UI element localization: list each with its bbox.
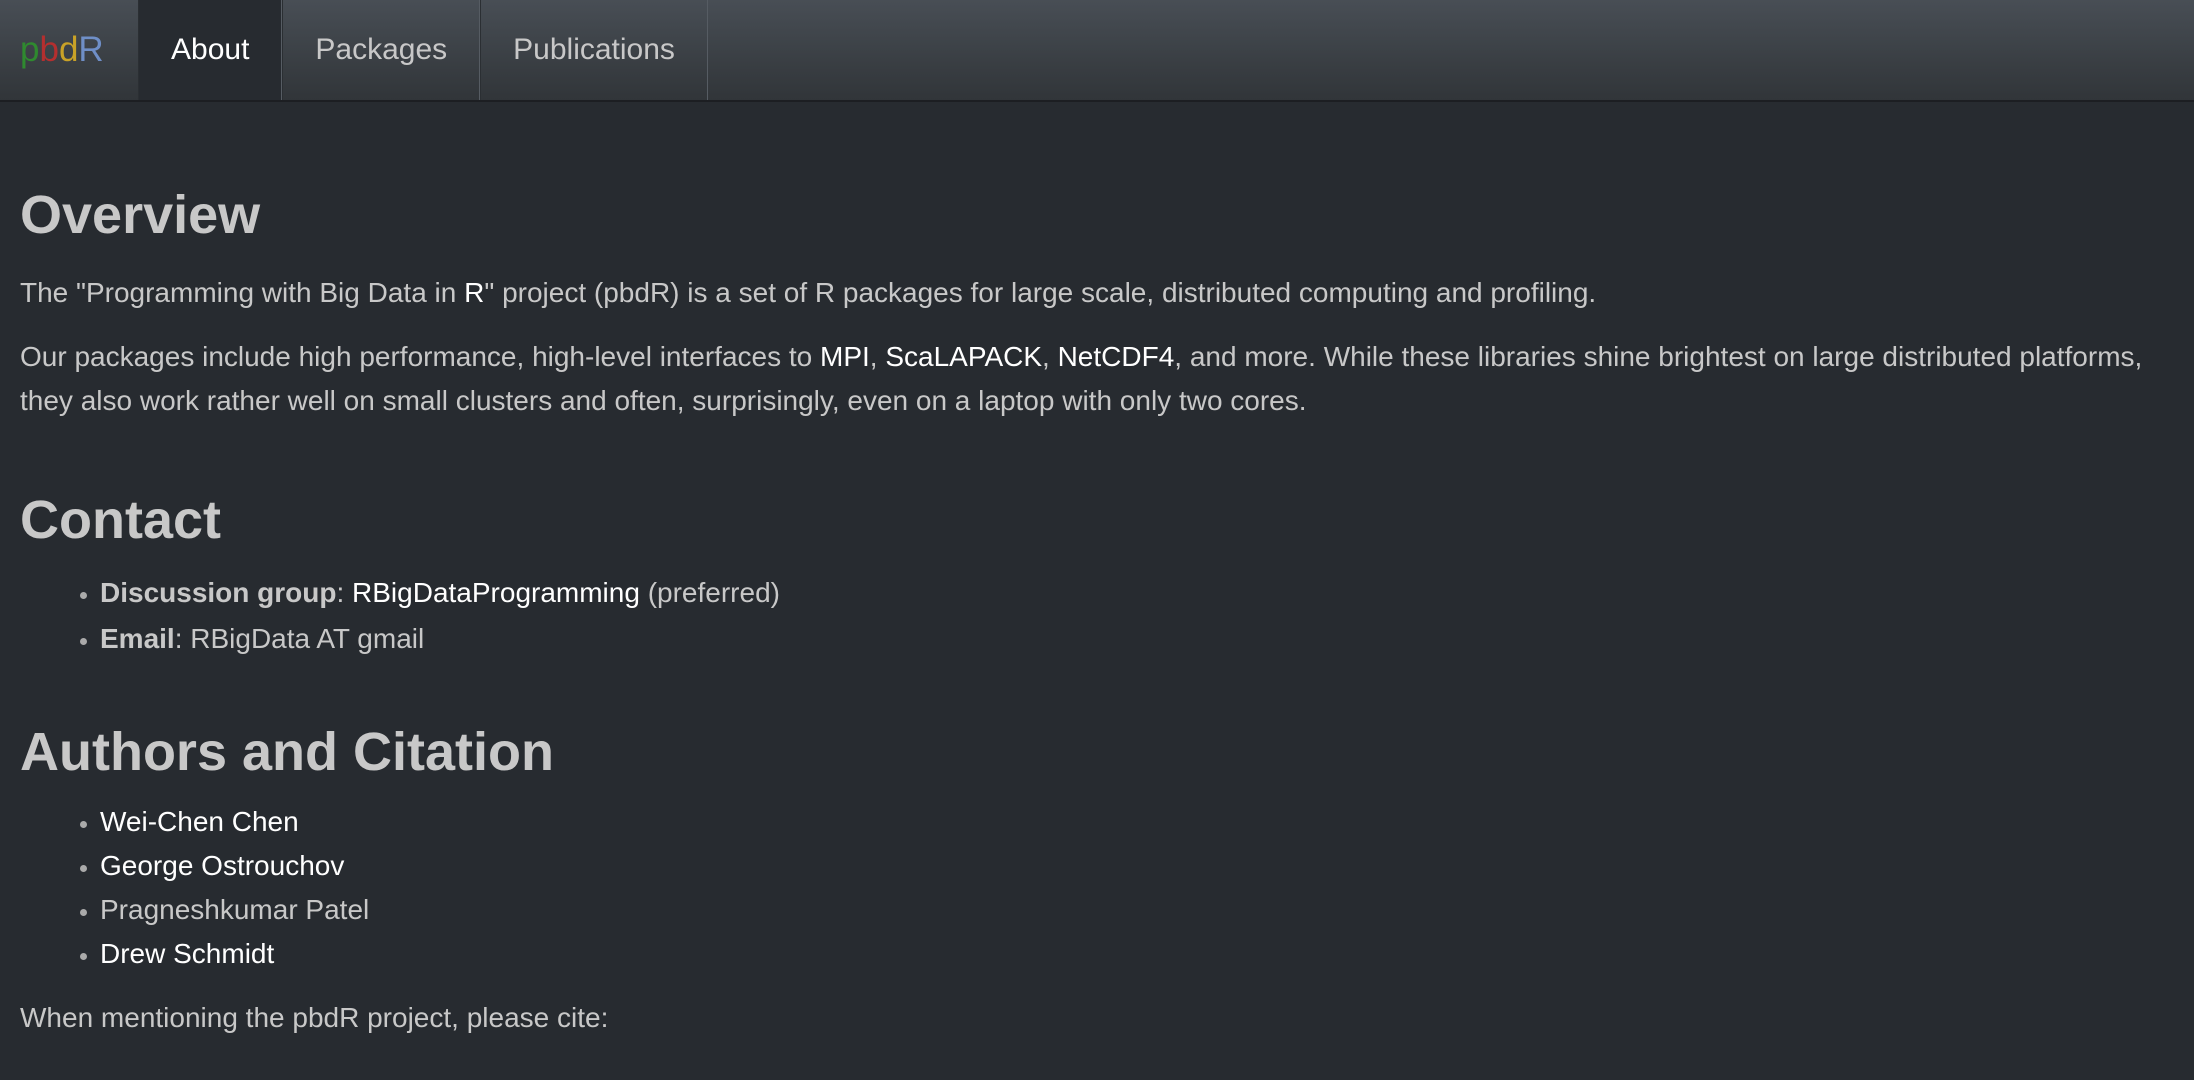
author-name: Pragneshkumar Patel xyxy=(100,894,370,926)
citation-intro: When mentioning the pbdR project, please… xyxy=(20,1002,609,1034)
nav-tab-about[interactable]: About xyxy=(138,0,283,100)
scalapack-link[interactable]: ScaLAPACK xyxy=(885,341,1042,372)
colon: : xyxy=(336,576,353,608)
contact-label: Email xyxy=(100,622,175,654)
separator: , xyxy=(1042,341,1058,373)
authors-heading: Authors and Citation xyxy=(20,721,554,782)
brand-letter: d xyxy=(58,30,79,69)
author-link[interactable]: George Ostrouchov xyxy=(100,850,344,881)
list-item: Wei-Chen Chen xyxy=(100,800,2170,844)
contact-label: Discussion group xyxy=(100,576,337,608)
list-item: Pragneshkumar Patel xyxy=(100,888,2170,932)
discussion-group-link[interactable]: RBigDataProgramming xyxy=(352,577,640,608)
author-link[interactable]: Drew Schmidt xyxy=(100,938,274,969)
main-content: Overview The "Programming with Big Data … xyxy=(20,100,2170,1040)
overview-heading: Overview xyxy=(20,185,261,245)
brand-logo[interactable]: pbdR xyxy=(0,0,138,100)
colon: : xyxy=(174,622,191,654)
brand-letter: b xyxy=(39,30,59,69)
brand-letter: p xyxy=(20,30,40,69)
overview-p2-text: Our packages include high performance, h… xyxy=(20,341,820,373)
overview-p1-text: " project (pbdR) is a set of R packages … xyxy=(484,277,1597,309)
separator: , xyxy=(869,341,886,373)
nav-tab-packages[interactable]: Packages xyxy=(282,0,481,100)
netcdf4-link[interactable]: NetCDF4 xyxy=(1058,341,1175,372)
brand-letter: R xyxy=(78,30,104,69)
author-link[interactable]: Wei-Chen Chen xyxy=(100,806,299,837)
email-text: RBigData AT gmail xyxy=(190,622,425,654)
preferred-note: (preferred) xyxy=(639,576,780,608)
list-item: Discussion group: RBigDataProgramming (p… xyxy=(100,571,2170,615)
overview-paragraph-2: Our packages include high performance, h… xyxy=(20,335,2170,423)
list-item: Email: RBigData AT gmail xyxy=(100,617,2170,661)
authors-list: Wei-Chen Chen George Ostrouchov Pragnesh… xyxy=(20,800,2170,976)
r-link[interactable]: R xyxy=(464,277,484,308)
contact-list: Discussion group: RBigDataProgramming (p… xyxy=(20,571,2170,661)
overview-paragraph-1: The "Programming with Big Data in R" pro… xyxy=(20,271,2170,315)
list-item: George Ostrouchov xyxy=(100,844,2170,888)
contact-heading: Contact xyxy=(20,490,221,551)
mpi-link[interactable]: MPI xyxy=(820,341,870,372)
list-item: Drew Schmidt xyxy=(100,932,2170,976)
nav-tab-publications[interactable]: Publications xyxy=(480,0,708,100)
top-navbar: pbdR About Packages Publications xyxy=(0,0,2194,102)
overview-p1-text: The "Programming with Big Data in xyxy=(20,277,465,309)
